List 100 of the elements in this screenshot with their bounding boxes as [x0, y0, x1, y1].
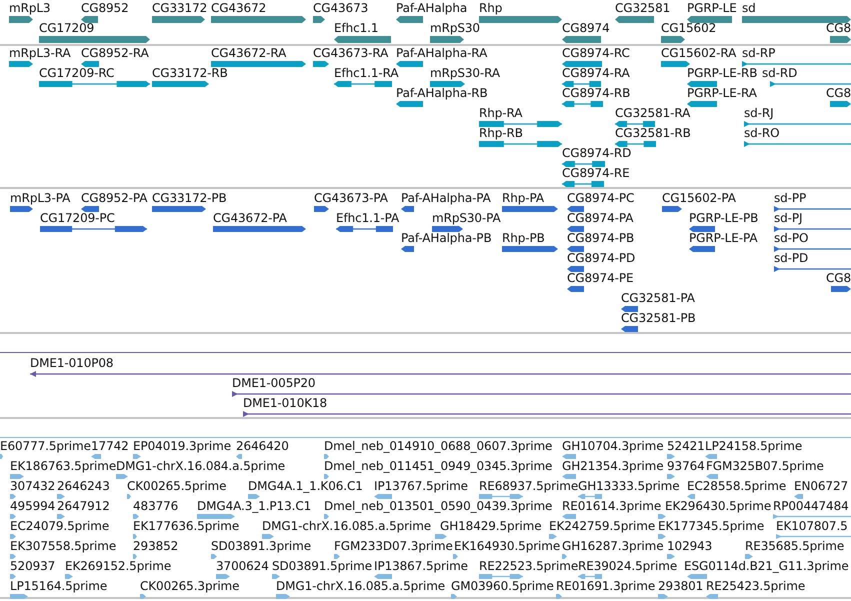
feature-label: 17742	[91, 439, 129, 453]
feature-label: Paf-AHalpha-PA	[401, 191, 491, 205]
feature-label: EK242759.5prime	[549, 519, 656, 533]
feature-label: RE68937.5prime	[479, 479, 578, 493]
feature-label: DMG4A.1_1.K06.C1	[248, 479, 363, 493]
feature-label: DMG1-chrX.16.084.a.5prime	[116, 459, 286, 473]
feature-label: EK186763.5prime	[10, 459, 116, 473]
feature-label: EK107807.5	[776, 519, 848, 533]
feature-label: FGM325B07.5prime	[706, 459, 824, 473]
feature-label: Rhp-PA	[502, 191, 544, 205]
feature-label: CG32581-PB	[621, 311, 696, 325]
feature-label: sd-PP	[774, 191, 806, 205]
feature-label: 520937	[10, 559, 56, 573]
feature-label: mRpS30	[430, 21, 480, 35]
feature-label: GH13333.5prime	[578, 479, 680, 493]
feature-label: CG8974-RB	[562, 86, 630, 100]
feature-label: LP24158.5prime	[705, 439, 802, 453]
feature-label: CG17209	[39, 21, 94, 35]
feature-label: 3700624	[216, 559, 269, 573]
feature-label: mRpL3-RA	[9, 46, 71, 60]
feature-label: PGRP-LE-PA	[689, 231, 758, 245]
feature-label: GH18429.5prime	[440, 519, 542, 533]
feature-label: EC28558.5prime	[687, 479, 786, 493]
feature-label: DME1-010K18	[243, 396, 328, 410]
feature-label: RE22523.5prime	[479, 559, 578, 573]
feature-label: sd	[742, 1, 756, 15]
feature-label: EP04019.3prime	[133, 439, 231, 453]
feature-label: mRpL3-PA	[10, 191, 70, 205]
feature-label: sd-RD	[762, 66, 798, 80]
feature-label: Paf-AHalpha-RA	[396, 46, 488, 60]
feature-label: CG32581-RA	[615, 106, 690, 120]
feature-label: sd-PJ	[774, 211, 802, 225]
feature-label: CG32581	[615, 1, 670, 15]
feature-label: RP00447484	[773, 499, 849, 513]
feature-label: Rhp-PB	[502, 231, 545, 245]
feature-label: sd-RO	[744, 126, 780, 140]
feature-label: CG8974	[562, 21, 610, 35]
feature-label: CG8974-PE	[567, 271, 634, 285]
feature-label: IP13767.5prime	[374, 479, 468, 493]
feature-label: CG8974-PC	[567, 191, 634, 205]
feature-label: CG8	[826, 271, 851, 285]
feature-label: GM03960.5prime	[451, 579, 554, 593]
feature-label: EK164930.5prime	[454, 539, 560, 553]
feature-label: CG43673-PA	[314, 191, 388, 205]
feature-label: CG15602	[661, 21, 716, 35]
feature-label: PGRP-LE-RB	[687, 66, 758, 80]
feature-label: DME1-010P08	[30, 356, 114, 370]
feature-label: CG8	[826, 21, 851, 35]
feature-label: LP15164.5prime	[10, 579, 108, 593]
feature-label: CG8974-RA	[562, 66, 630, 80]
feature-label: CG43673-RA	[313, 46, 388, 60]
feature-label: Paf-AHalpha-RB	[396, 86, 488, 100]
feature-label: CG33172-RB	[152, 66, 228, 80]
feature-label: Dmel_neb_014910_0688_0607.3prime	[324, 439, 552, 453]
feature-label: IP13867.5prime	[374, 559, 468, 573]
feature-label: E60777.5prime	[0, 439, 91, 453]
feature-label: EK177345.5prime	[658, 519, 764, 533]
feature-label: Rhp-RB	[479, 126, 523, 140]
feature-label: CG33172-PB	[152, 191, 227, 205]
feature-label: CG17209-PC	[40, 211, 115, 225]
feature-label: CG43672	[211, 1, 266, 15]
feature-label: SD03891.5prime	[272, 559, 372, 573]
feature-label: EC24079.5prime	[10, 519, 110, 533]
feature-label: RE39024.5prime	[578, 559, 678, 573]
feature-label: CG43672-RA	[211, 46, 286, 60]
feature-label: ESG0114d.B21_G11.3prime	[684, 559, 849, 573]
feature-label: CG43673	[313, 1, 368, 15]
feature-label: CG32581-PA	[621, 291, 695, 305]
feature-label: FGM233D07.3prime	[334, 539, 453, 553]
feature-label: 307432	[10, 479, 56, 493]
feature-label: Rhp-RA	[479, 106, 522, 120]
feature-label: PGRP-LE	[687, 1, 737, 15]
feature-label: sd-PD	[774, 251, 808, 265]
feature-label: GH16287.3prime	[562, 539, 664, 553]
feature-label: DME1-005P20	[232, 376, 316, 390]
feature-label: CG43672-PA	[213, 211, 287, 225]
feature-label: 293852	[133, 539, 178, 553]
feature-label: CG8952-RA	[81, 46, 149, 60]
feature-label: 495994	[10, 499, 56, 513]
feature-label: CG15602-RA	[661, 46, 736, 60]
feature-label: DMG1-chrX.16.085.a.5prime	[262, 519, 432, 533]
feature-label: CG8974-PB	[567, 231, 634, 245]
feature-label: EN06727	[794, 479, 848, 493]
feature-label: CG8974-RE	[562, 166, 630, 180]
feature-label: 2646420	[236, 439, 289, 453]
feature-label: EK307558.5prime	[10, 539, 116, 553]
feature-label: GH10704.3prime	[562, 439, 664, 453]
feature-label: sd-RP	[742, 46, 776, 60]
feature-label: DMG1-chrX.16.085.a.5prime	[276, 579, 446, 593]
feature-label: 293801	[658, 579, 704, 593]
feature-label: RE35685.5prime	[745, 539, 844, 553]
feature-label: PGRP-LE-PB	[689, 211, 758, 225]
feature-label: sd-PO	[774, 231, 808, 245]
feature-label: RE01614.3prime	[562, 499, 662, 513]
feature-label: EK177636.5prime	[133, 519, 240, 533]
feature-label: CK00265.5prime	[127, 479, 226, 493]
feature-label: mRpS30-PA	[432, 211, 501, 225]
feature-label: Efhc1.1-RA	[334, 66, 398, 80]
feature-label: CG15602-PA	[662, 191, 736, 205]
feature-label: RE01691.3prime	[556, 579, 656, 593]
